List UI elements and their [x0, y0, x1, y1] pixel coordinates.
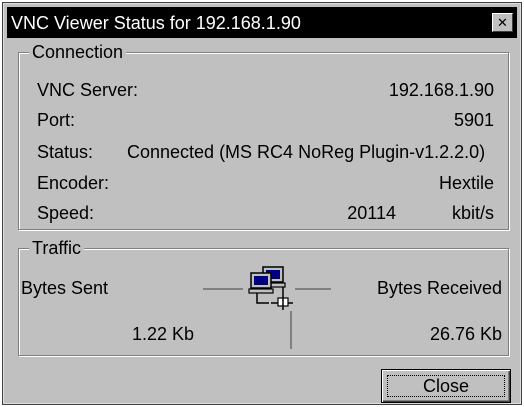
connection-group: Connection VNC Server: 192.168.1.90 Port… — [18, 41, 509, 230]
bytes-received-label: Bytes Received — [376, 278, 502, 298]
server-value: 192.168.1.90 — [388, 80, 494, 100]
speed-value: 20114 — [347, 203, 396, 223]
close-icon[interactable]: ✕ — [492, 13, 513, 32]
port-label: Port: — [37, 110, 76, 130]
network-computers-icon — [248, 266, 293, 310]
close-button[interactable]: Close — [381, 369, 511, 403]
encoder-row: Encoder: Hextile — [37, 171, 494, 195]
status-value: Connected (MS RC4 NoReg Plugin-v1.2.2.0) — [127, 142, 486, 162]
port-row: Port: 5901 — [37, 108, 494, 132]
traffic-group: Traffic Bytes Sent Bytes Received 1.22 K… — [18, 237, 509, 356]
speed-row: Speed: 20114 kbit/s — [37, 201, 494, 225]
bytes-sent-value: 1.22 Kb — [132, 324, 195, 344]
window-title: VNC Viewer Status for 192.168.1.90 — [11, 13, 301, 33]
server-row: VNC Server: 192.168.1.90 — [37, 78, 494, 102]
encoder-value: Hextile — [438, 173, 494, 193]
speed-unit: kbit/s — [451, 203, 494, 223]
port-value: 5901 — [453, 110, 494, 130]
server-label: VNC Server: — [37, 80, 139, 100]
sent-connector-line — [203, 288, 243, 290]
network-connector-line — [290, 311, 292, 349]
vnc-status-window: VNC Viewer Status for 192.168.1.90 ✕ Con… — [2, 2, 522, 405]
traffic-caption: Traffic — [29, 237, 85, 259]
close-button-label: Close — [422, 376, 470, 396]
bytes-received-value: 26.76 Kb — [429, 324, 502, 344]
status-label: Status: — [37, 142, 94, 162]
status-row: Status: Connected (MS RC4 NoReg Plugin-v… — [37, 140, 494, 164]
connection-caption: Connection — [29, 41, 127, 63]
bytes-sent-label: Bytes Sent — [21, 278, 109, 298]
received-connector-line — [295, 288, 331, 290]
title-bar: VNC Viewer Status for 192.168.1.90 ✕ — [7, 7, 517, 38]
encoder-label: Encoder: — [37, 173, 110, 193]
speed-label: Speed: — [37, 203, 95, 223]
